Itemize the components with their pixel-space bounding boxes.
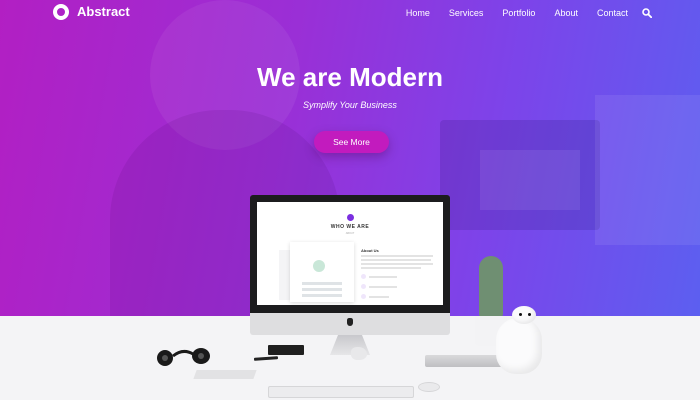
notebook-image: [268, 345, 304, 355]
apple-logo-icon: [347, 318, 353, 326]
robot-eye: [519, 313, 522, 316]
screen-heading: WHO WE ARE: [330, 224, 370, 230]
nav-item-home[interactable]: Home: [406, 7, 430, 19]
screen-card-bar: [302, 282, 342, 285]
screen-badge-icon: [347, 214, 354, 221]
screen-text-line: [361, 259, 431, 261]
screen-card: [290, 242, 354, 302]
paper-image: [193, 370, 257, 379]
monitor-screen: WHO WE ARE ABOUT About Us: [257, 202, 443, 305]
top-navigation: Abstract Home Services Portfolio About C…: [0, 0, 700, 28]
screen-about-title: About Us: [361, 248, 379, 253]
screen-text-line: [361, 267, 421, 269]
pen-image: [253, 356, 279, 361]
screen-list-dot: [361, 284, 366, 289]
logo-icon[interactable]: [53, 4, 69, 20]
screen-list-dot: [361, 294, 366, 299]
search-icon[interactable]: [642, 8, 652, 18]
brand-name[interactable]: Abstract: [77, 4, 130, 20]
screen-text-line: [369, 276, 397, 278]
screen-text-line: [361, 263, 433, 265]
screen-card-icon: [313, 260, 325, 272]
hero-subtitle: Symplify Your Business: [303, 100, 397, 110]
imac-monitor: WHO WE ARE ABOUT About Us: [250, 195, 450, 319]
nav-item-about[interactable]: About: [554, 7, 578, 19]
screen-text-line: [369, 296, 389, 298]
nav-item-services[interactable]: Services: [449, 7, 484, 19]
mouse-image: [418, 382, 440, 392]
robot-eye: [528, 313, 531, 316]
robot-head-image: [512, 306, 536, 324]
screen-text-line: [369, 286, 397, 288]
nav-menu: Home Services Portfolio About Contact: [387, 7, 628, 19]
screen-subheading: ABOUT: [345, 232, 355, 235]
nav-item-contact[interactable]: Contact: [597, 7, 628, 19]
keyboard-image: [268, 386, 414, 398]
nav-item-portfolio[interactable]: Portfolio: [502, 7, 535, 19]
hero-title: We are Modern: [257, 62, 443, 92]
screen-card-bar: [302, 294, 342, 297]
cactus-image: [479, 256, 503, 318]
robot-figure-image: [496, 318, 542, 374]
screen-text-line: [361, 255, 433, 257]
crumpled-paper-image: [351, 347, 367, 360]
see-more-button[interactable]: See More: [314, 131, 389, 153]
screen-list-dot: [361, 274, 366, 279]
background-photo-monitor-2: [595, 95, 700, 245]
screen-card-bar: [302, 288, 342, 291]
background-photo-screen: [480, 150, 580, 210]
headphones-image: [157, 348, 210, 366]
laptop-image: [425, 355, 505, 367]
